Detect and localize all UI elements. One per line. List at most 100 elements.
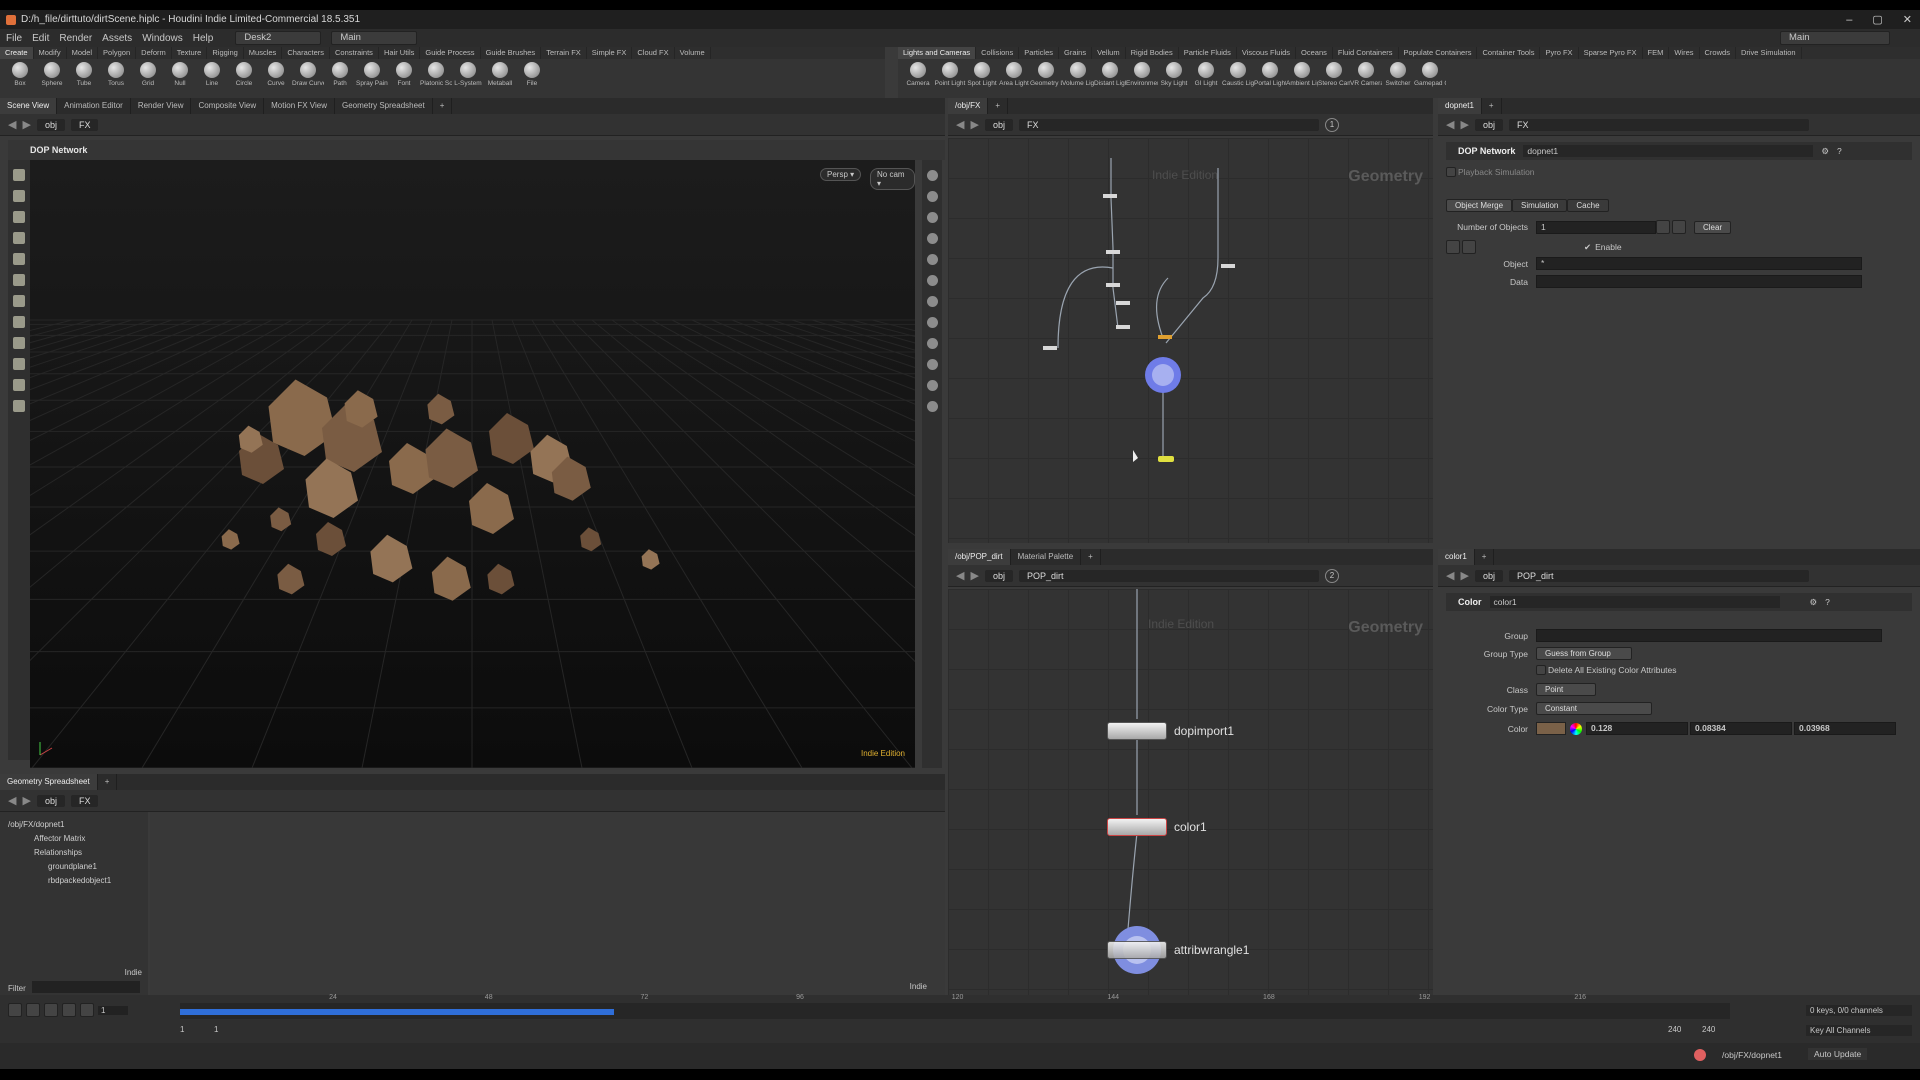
tab-color1[interactable]: color1 bbox=[1438, 549, 1475, 565]
shelf-tool[interactable]: Sphere bbox=[36, 59, 68, 88]
tab-material-palette[interactable]: Material Palette bbox=[1011, 549, 1082, 565]
end-frame[interactable]: 240 bbox=[1702, 1025, 1715, 1034]
color-type-dropdown[interactable]: Constant bbox=[1536, 702, 1652, 715]
shelf-tool[interactable]: Geometry Light bbox=[1030, 59, 1062, 88]
path-fx[interactable]: FX bbox=[70, 794, 99, 807]
shelf-tool[interactable]: Portal Light bbox=[1254, 59, 1286, 88]
gear-icon[interactable]: ⚙ bbox=[1821, 146, 1829, 157]
scene-tab[interactable]: Geometry Spreadsheet bbox=[335, 98, 433, 114]
shelf-tool[interactable]: Tube bbox=[68, 59, 100, 88]
persp-dropdown[interactable]: Persp ▾ bbox=[820, 168, 862, 181]
render-tool-icon[interactable] bbox=[13, 400, 25, 412]
path-obj[interactable]: obj bbox=[984, 118, 1013, 131]
back-arrow-icon[interactable]: ◀ bbox=[956, 118, 964, 131]
add-tab-icon[interactable]: + bbox=[1482, 98, 1502, 114]
ghost-icon[interactable] bbox=[926, 212, 938, 223]
scale-tool-icon[interactable] bbox=[13, 232, 25, 244]
shelf-tool[interactable]: Platonic Solids bbox=[420, 59, 452, 88]
shelf-tool[interactable]: Font bbox=[388, 59, 420, 88]
shelf-tool[interactable]: GI Light bbox=[1190, 59, 1222, 88]
shelf-tab[interactable]: Lights and Cameras bbox=[898, 47, 977, 59]
color-wheel-icon[interactable] bbox=[1570, 722, 1582, 735]
3d-viewport[interactable]: Persp ▾ No cam ▾ Indie Edition bbox=[30, 160, 915, 768]
shelf-tab[interactable]: Rigging bbox=[207, 47, 244, 59]
forward-arrow-icon[interactable]: ▶ bbox=[970, 569, 978, 582]
tab-object-merge[interactable]: Object Merge bbox=[1446, 198, 1513, 212]
add-tab-icon[interactable]: + bbox=[433, 98, 453, 114]
filter-input[interactable] bbox=[32, 981, 140, 993]
shelf-tool[interactable]: Point Light bbox=[934, 59, 966, 88]
playback-simulation-toggle[interactable]: Playback Simulation bbox=[1458, 167, 1535, 177]
shelf-tab[interactable]: Container Tools bbox=[1477, 47, 1541, 59]
shelf-tool[interactable]: Gamepad Camera bbox=[1414, 59, 1446, 88]
tab-dopnet1[interactable]: dopnet1 bbox=[1438, 98, 1482, 114]
shelf-tool[interactable]: Spot Light bbox=[966, 59, 998, 88]
points-icon[interactable] bbox=[926, 296, 938, 307]
tree-rbdpackedobject[interactable]: rbdpackedobject1 bbox=[8, 874, 148, 888]
shelf-tool[interactable]: Metaball bbox=[484, 59, 516, 88]
desk-dropdown[interactable]: Desk2 bbox=[235, 31, 322, 45]
forward-arrow-icon[interactable]: ▶ bbox=[1460, 569, 1468, 582]
playback-start[interactable]: 1 bbox=[214, 1025, 218, 1034]
data-field[interactable] bbox=[1536, 275, 1862, 288]
minus-icon[interactable] bbox=[1672, 220, 1686, 234]
shelf-tool[interactable]: Sky Light bbox=[1158, 59, 1190, 88]
clear-button[interactable]: Clear bbox=[1694, 220, 1732, 234]
tab-cache[interactable]: Cache bbox=[1567, 198, 1609, 212]
shelf-tab[interactable]: Hair Utils bbox=[379, 47, 421, 59]
shelf-tab[interactable]: Texture bbox=[172, 47, 208, 59]
timeline-bar[interactable]: 24 48 72 96 120 144 168 192 216 bbox=[180, 994, 1730, 1019]
class-dropdown[interactable]: Point bbox=[1536, 683, 1596, 696]
shelf-tool[interactable]: Box bbox=[4, 59, 36, 88]
measure-tool-icon[interactable] bbox=[13, 379, 25, 391]
path-obj[interactable]: obj bbox=[1474, 118, 1503, 131]
back-arrow-icon[interactable]: ◀ bbox=[8, 794, 16, 807]
back-arrow-icon[interactable]: ◀ bbox=[956, 569, 964, 582]
scene-tab[interactable]: Motion FX View bbox=[264, 98, 335, 114]
menu-help[interactable]: Help bbox=[193, 33, 214, 44]
shelf-tool[interactable]: Environment Light bbox=[1126, 59, 1158, 88]
shelf-tool[interactable]: Circle bbox=[228, 59, 260, 88]
shelf-tool[interactable]: Null bbox=[164, 59, 196, 88]
key-all-channels-button[interactable]: Key All Channels bbox=[1806, 1025, 1912, 1036]
tree-dopnet[interactable]: /obj/FX/dopnet1 bbox=[8, 818, 148, 832]
uv-icon[interactable] bbox=[926, 338, 938, 349]
help-icon[interactable]: ? bbox=[1825, 597, 1830, 607]
normals-icon[interactable] bbox=[926, 317, 938, 328]
network-editor-bottom[interactable]: Indie Edition Geometry dopimport1 color1… bbox=[948, 589, 1433, 995]
step-back-icon[interactable] bbox=[26, 1003, 40, 1017]
tab-obj-fx[interactable]: /obj/FX bbox=[948, 98, 989, 114]
shelf-tab[interactable]: Particles bbox=[1019, 47, 1059, 59]
view-tool-icon[interactable] bbox=[13, 295, 25, 307]
menu-file[interactable]: File bbox=[6, 33, 22, 44]
insert-icon[interactable] bbox=[1462, 240, 1476, 254]
shelf-tab[interactable]: Guide Process bbox=[420, 47, 481, 59]
minimize-button[interactable]: – bbox=[1846, 14, 1852, 26]
start-frame[interactable]: 1 bbox=[180, 1025, 184, 1034]
shelf-tool[interactable]: Camera bbox=[902, 59, 934, 88]
shelf-tool[interactable]: Ambient Light bbox=[1286, 59, 1318, 88]
current-frame-field[interactable]: 1 bbox=[98, 1005, 128, 1015]
path-pop-dirt[interactable]: POP_dirt bbox=[1508, 569, 1809, 582]
gear-icon[interactable]: ⚙ bbox=[1810, 597, 1818, 608]
info-icon[interactable] bbox=[926, 401, 938, 412]
node-color1[interactable] bbox=[1107, 818, 1167, 836]
pose-tool-icon[interactable] bbox=[13, 253, 25, 265]
shelf-tool[interactable]: Switcher bbox=[1382, 59, 1414, 88]
shelf-tab[interactable]: Modify bbox=[34, 47, 67, 59]
scene-tab[interactable]: Animation Editor bbox=[57, 98, 131, 114]
lock-icon[interactable] bbox=[926, 191, 938, 202]
path-obj[interactable]: obj bbox=[1474, 569, 1503, 582]
move-tool-icon[interactable] bbox=[13, 190, 25, 202]
shelf-tool[interactable]: Curve bbox=[260, 59, 292, 88]
shelf-tab[interactable]: Simple FX bbox=[587, 47, 633, 59]
shelf-tool[interactable]: L-System bbox=[452, 59, 484, 88]
tree-affector-matrix[interactable]: Affector Matrix bbox=[8, 832, 148, 846]
scene-tab[interactable]: Scene View bbox=[0, 98, 58, 114]
add-tab-icon[interactable]: + bbox=[98, 774, 118, 790]
shelf-tab[interactable]: Crowds bbox=[1700, 47, 1736, 59]
add-tab-icon[interactable]: + bbox=[1475, 549, 1495, 565]
go-start-icon[interactable] bbox=[8, 1003, 22, 1017]
shelf-tab[interactable]: Guide Brushes bbox=[481, 47, 542, 59]
brush-tool-icon[interactable] bbox=[13, 358, 25, 370]
